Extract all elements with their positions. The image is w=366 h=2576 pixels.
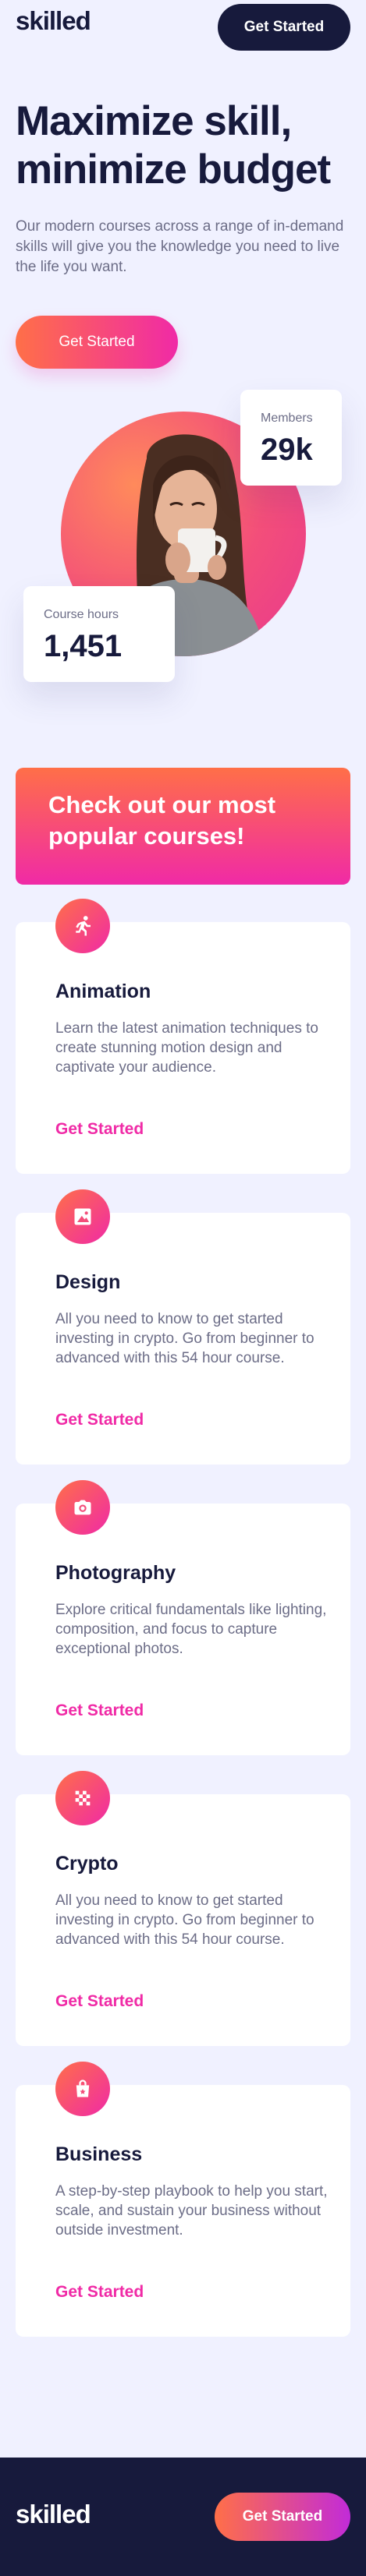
course-hours-stat-card: Course hours 1,451: [23, 586, 175, 682]
site-header: skilled Get Started: [0, 0, 366, 55]
footer-logo[interactable]: skilled: [16, 2500, 91, 2529]
course-hours-label: Course hours: [44, 608, 119, 621]
members-label: Members: [261, 412, 313, 425]
members-value: 29k: [261, 433, 313, 467]
course-description: A step-by-step playbook to help you star…: [55, 2183, 328, 2239]
crypto-icon: [55, 1771, 110, 1825]
camera-icon: [55, 1480, 110, 1535]
course-get-started-link[interactable]: Get Started: [55, 1120, 144, 1139]
footer-get-started-button[interactable]: Get Started: [215, 2493, 350, 2541]
course-card-crypto: Crypto All you need to know to get start…: [16, 1771, 350, 2046]
course-description: Explore critical fundamentals like light…: [55, 1602, 327, 1657]
course-get-started-link[interactable]: Get Started: [55, 2283, 144, 2302]
course-title: Animation: [55, 981, 151, 1002]
site-footer: skilled Get Started: [0, 2458, 366, 2576]
members-stat-card: Members 29k: [240, 390, 342, 486]
hero-get-started-button[interactable]: Get Started: [16, 316, 178, 369]
course-card-animation: Animation Learn the latest animation tec…: [16, 899, 350, 1174]
course-description: All you need to know to get started inve…: [55, 1892, 314, 1948]
course-title: Design: [55, 1271, 121, 1293]
course-description: Learn the latest animation techniques to…: [55, 1020, 318, 1076]
course-card-design: Design All you need to know to get start…: [16, 1189, 350, 1465]
logo[interactable]: skilled: [16, 6, 91, 36]
course-hours-value: 1,451: [44, 629, 123, 663]
course-title: Photography: [55, 1562, 176, 1584]
popular-courses-title: Check out our most popular courses!: [48, 791, 276, 850]
picture-icon: [55, 1189, 110, 1244]
course-description: All you need to know to get started inve…: [55, 1311, 314, 1366]
popular-courses-banner: Check out our most popular courses!: [16, 768, 350, 885]
course-card-business: Business A step-by-step playbook to help…: [16, 2062, 350, 2337]
course-get-started-link[interactable]: Get Started: [55, 1411, 144, 1429]
course-title: Business: [55, 2143, 143, 2165]
running-person-icon: [55, 899, 110, 953]
header-get-started-button[interactable]: Get Started: [218, 4, 350, 51]
hero-title: Maximize skill, minimize budget: [16, 98, 331, 193]
course-get-started-link[interactable]: Get Started: [55, 1701, 144, 1720]
shopping-bag-icon: [55, 2062, 110, 2116]
course-title: Crypto: [55, 1853, 119, 1875]
course-get-started-link[interactable]: Get Started: [55, 1992, 144, 2011]
hero-description: Our modern courses across a range of in-…: [16, 218, 344, 275]
course-card-photography: Photography Explore critical fundamental…: [16, 1480, 350, 1755]
